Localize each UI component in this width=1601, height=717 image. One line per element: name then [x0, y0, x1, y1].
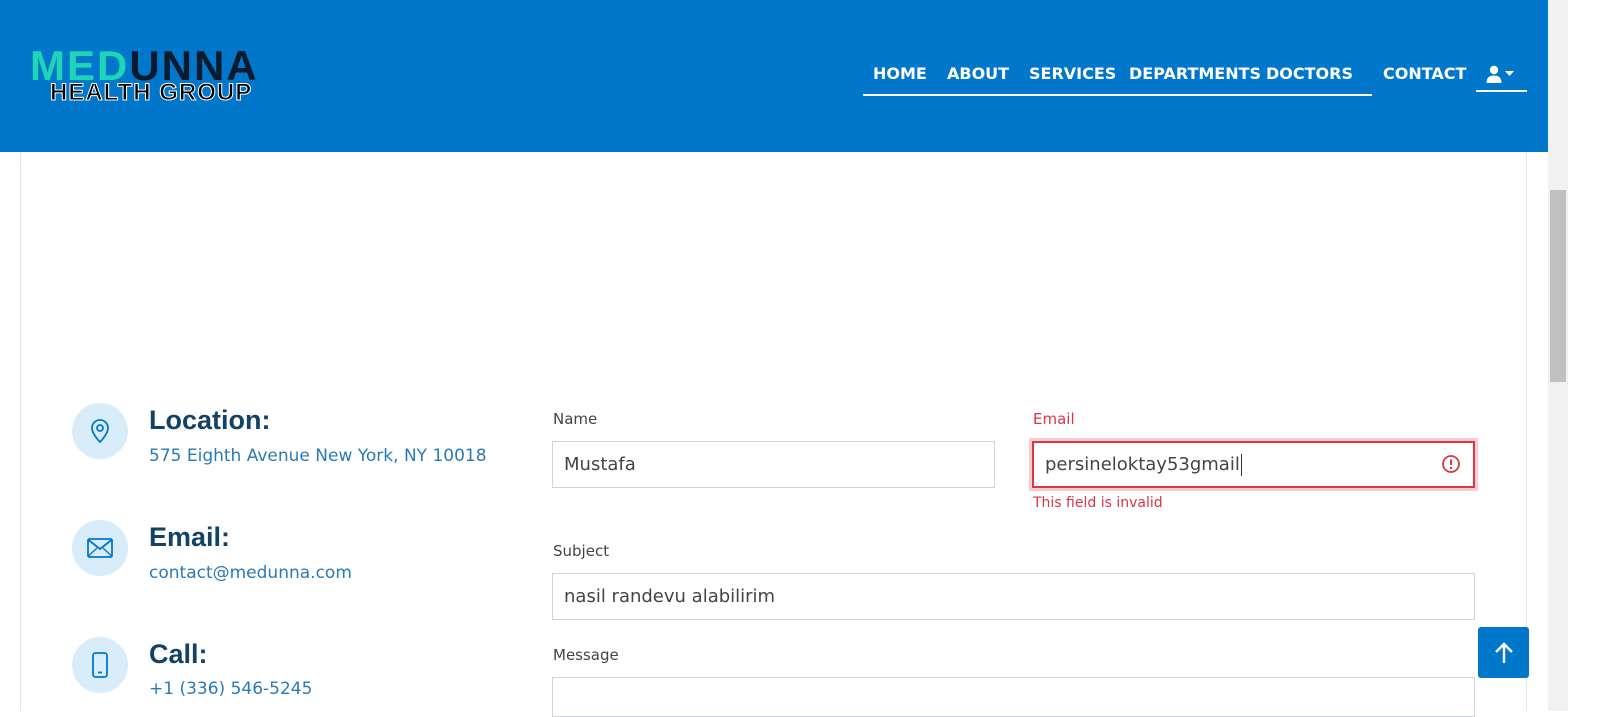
- email-input[interactable]: persineloktay53gmail: [1032, 441, 1475, 488]
- subject-input[interactable]: nasil randevu alabilirim: [552, 573, 1475, 620]
- error-icon: [1442, 455, 1460, 473]
- scrollbar-thumb[interactable]: [1550, 190, 1566, 382]
- email-icon-circle: [72, 520, 128, 576]
- name-input[interactable]: Mustafa: [552, 441, 995, 488]
- logo-subtitle: HEALTH GROUP: [49, 79, 253, 106]
- envelope-icon: [87, 538, 113, 558]
- email-error-message: This field is invalid: [1033, 495, 1163, 511]
- nav-departments[interactable]: DEPARTMENTS: [1129, 64, 1261, 83]
- phone-number-link[interactable]: +1 (336) 546-5245: [149, 679, 312, 699]
- content-frame-left: [20, 152, 21, 711]
- phone-icon: [92, 652, 108, 678]
- location-title: Location:: [149, 405, 271, 435]
- nav-services[interactable]: SERVICES: [1029, 64, 1116, 83]
- email-input-value: persineloktay53gmail: [1045, 454, 1240, 475]
- subject-label: Subject: [553, 542, 610, 560]
- message-textarea[interactable]: [552, 677, 1475, 717]
- email-address-link[interactable]: contact@medunna.com: [149, 563, 352, 583]
- phone-icon-circle: [72, 637, 128, 693]
- email-title: Email:: [149, 522, 231, 552]
- location-address: 575 Eighth Avenue New York, NY 10018: [149, 446, 487, 466]
- email-label: Email: [1033, 410, 1075, 428]
- site-header: MEDUNNA HEALTH GROUP HOME ABOUT SERVICES…: [0, 0, 1548, 152]
- user-icon: [1486, 65, 1514, 83]
- arrow-up-icon: [1494, 641, 1513, 663]
- nav-underline: [863, 94, 1372, 96]
- back-to-top-button[interactable]: [1478, 627, 1529, 678]
- call-title: Call:: [149, 639, 208, 669]
- map-pin-icon: [91, 419, 109, 444]
- message-label: Message: [553, 646, 619, 664]
- nav-about[interactable]: ABOUT: [947, 64, 1009, 83]
- user-menu-underline: [1476, 90, 1527, 92]
- text-cursor: [1240, 454, 1242, 476]
- medunna-logo[interactable]: MEDUNNA HEALTH GROUP: [30, 44, 400, 110]
- location-icon-circle: [72, 403, 128, 459]
- user-menu-dropdown[interactable]: [1476, 64, 1528, 92]
- chevron-down-icon: [1505, 71, 1514, 76]
- nav-home[interactable]: HOME: [873, 64, 927, 83]
- nav-doctors[interactable]: DOCTORS: [1266, 64, 1353, 83]
- nav-contact[interactable]: CONTACT: [1383, 64, 1466, 83]
- name-label: Name: [553, 410, 598, 428]
